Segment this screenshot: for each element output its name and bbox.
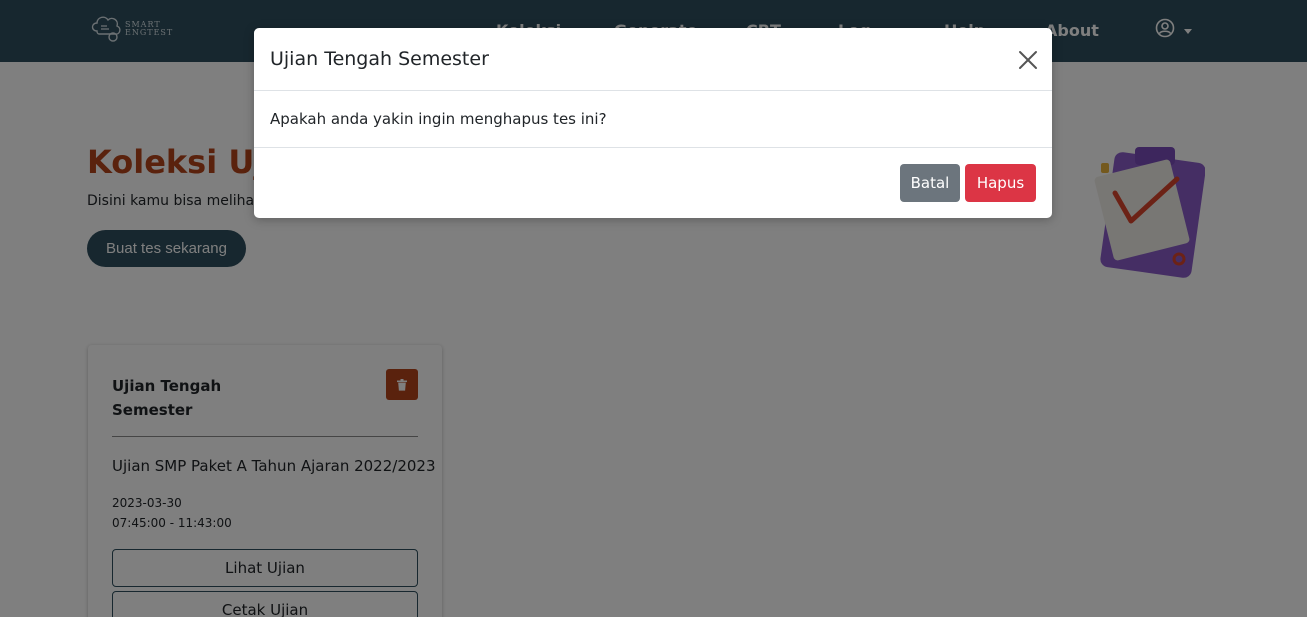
modal-body: Apakah anda yakin ingin menghapus tes in… <box>254 91 1052 148</box>
modal-header: Ujian Tengah Semester <box>254 28 1052 91</box>
close-icon[interactable] <box>1018 50 1038 70</box>
modal-title: Ujian Tengah Semester <box>270 48 489 70</box>
cancel-button[interactable]: Batal <box>900 164 960 202</box>
modal-message: Apakah anda yakin ingin menghapus tes in… <box>270 110 607 128</box>
confirm-delete-button[interactable]: Hapus <box>965 164 1036 202</box>
delete-confirmation-modal: Ujian Tengah Semester Apakah anda yakin … <box>254 28 1052 218</box>
